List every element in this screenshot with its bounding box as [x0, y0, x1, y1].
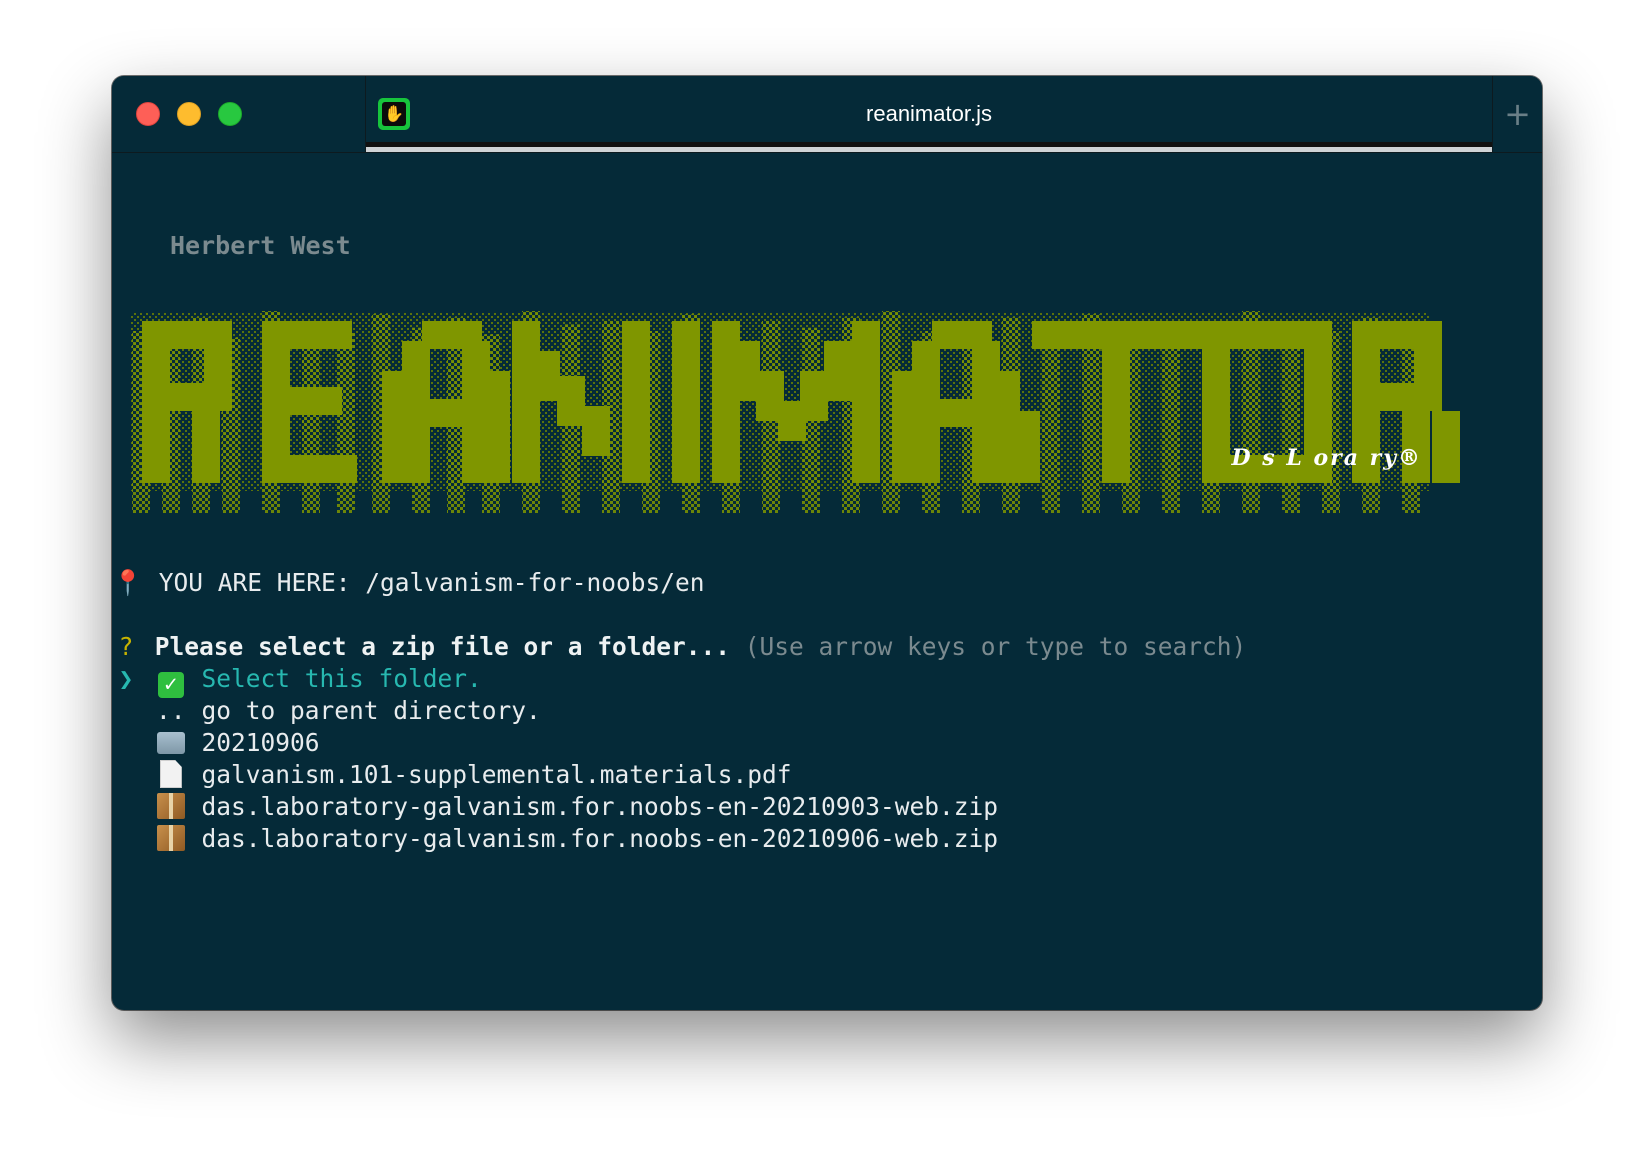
reanimator-logo	[130, 311, 1460, 513]
choice-label: galvanism.101-supplemental.materials.pdf	[201, 760, 792, 789]
logo-letter-stroke	[482, 371, 510, 483]
logo-letter-stroke	[912, 399, 1000, 427]
title-bar: reanimator.js ✋ +	[112, 76, 1542, 153]
lab-label: D s L ora ry®	[1231, 445, 1422, 471]
choice-label: das.laboratory-galvanism.for.noobs-en-20…	[201, 792, 999, 821]
logo-letter-stroke	[512, 321, 540, 483]
logo-letter-stroke	[778, 401, 806, 441]
logo-letter-stroke	[262, 455, 357, 483]
location-line: 📍 YOU ARE HERE: /galvanism-for-noobs/en	[112, 567, 705, 599]
logo-letter-stroke	[262, 387, 342, 415]
location-text: YOU ARE HERE: /galvanism-for-noobs/en	[158, 568, 705, 597]
logo-letter-stroke	[732, 341, 760, 401]
question-marker: ?	[118, 632, 134, 661]
zoom-button[interactable]	[218, 102, 242, 126]
selection-cursor: ❯	[118, 664, 134, 693]
package-icon	[156, 825, 185, 851]
package-icon	[156, 793, 185, 819]
choice-label: Select this folder.	[201, 664, 482, 693]
logo-letter-stroke	[672, 321, 700, 483]
minimize-button[interactable]	[177, 102, 201, 126]
tab-active-indicator	[366, 147, 1492, 152]
prompt-hint: (Use arrow keys or type to search)	[744, 632, 1247, 661]
logo-letter-stroke	[262, 321, 352, 349]
terminal-window: reanimator.js ✋ + Herbert West D s L ora…	[112, 76, 1542, 1010]
logo-letter-stroke	[1102, 321, 1130, 483]
logo-drip	[302, 321, 320, 513]
window-controls	[136, 102, 242, 126]
folder-icon	[156, 732, 185, 754]
parent-dots: ..	[156, 696, 186, 725]
close-button[interactable]	[136, 102, 160, 126]
list-item[interactable]: 20210906	[112, 727, 320, 759]
logo-letter-stroke	[892, 371, 920, 483]
tab-title[interactable]: reanimator.js	[366, 98, 1492, 130]
list-item[interactable]: das.laboratory-galvanism.for.noobs-en-20…	[112, 823, 998, 855]
list-item[interactable]: .. go to parent directory.	[112, 695, 541, 727]
logo-letter-stroke	[622, 321, 650, 483]
logo-drip	[1162, 321, 1180, 513]
logo-drip	[1042, 337, 1060, 513]
list-item[interactable]: ❯ ✓ Select this folder.	[112, 663, 482, 698]
logo-letter-stroke	[824, 341, 852, 401]
choice-label: das.laboratory-galvanism.for.noobs-en-20…	[201, 824, 999, 853]
new-tab-button[interactable]: +	[1493, 76, 1542, 152]
choice-label: go to parent directory.	[201, 696, 541, 725]
logo-letter-stroke	[582, 406, 610, 456]
logo-letter-stroke	[1432, 411, 1460, 483]
pushpin-icon: 📍	[112, 568, 144, 597]
logo-letter-stroke	[1012, 411, 1040, 483]
logo-drip	[1282, 324, 1300, 513]
logo-letter-stroke	[557, 376, 585, 426]
prompt-line: ? Please select a zip file or a folder..…	[112, 631, 1247, 663]
list-item[interactable]: das.laboratory-galvanism.for.noobs-en-20…	[112, 791, 998, 823]
logo-letter-stroke	[402, 399, 490, 427]
logo-letter-stroke	[852, 321, 880, 483]
logo-letter-stroke	[382, 371, 410, 483]
choice-label: 20210906	[201, 728, 320, 757]
logo-drip	[337, 331, 355, 513]
document-icon	[159, 760, 182, 788]
logo-letter-stroke	[532, 351, 560, 401]
list-item[interactable]: galvanism.101-supplemental.materials.pdf	[112, 759, 792, 791]
terminal-content: Herbert West D s L ora ry® 📍 YOU ARE HER…	[112, 153, 1542, 1010]
hand-icon: ✋	[378, 98, 410, 130]
prompt-question: Please select a zip file or a folder...	[154, 632, 731, 661]
logo-letter-stroke	[192, 383, 220, 483]
